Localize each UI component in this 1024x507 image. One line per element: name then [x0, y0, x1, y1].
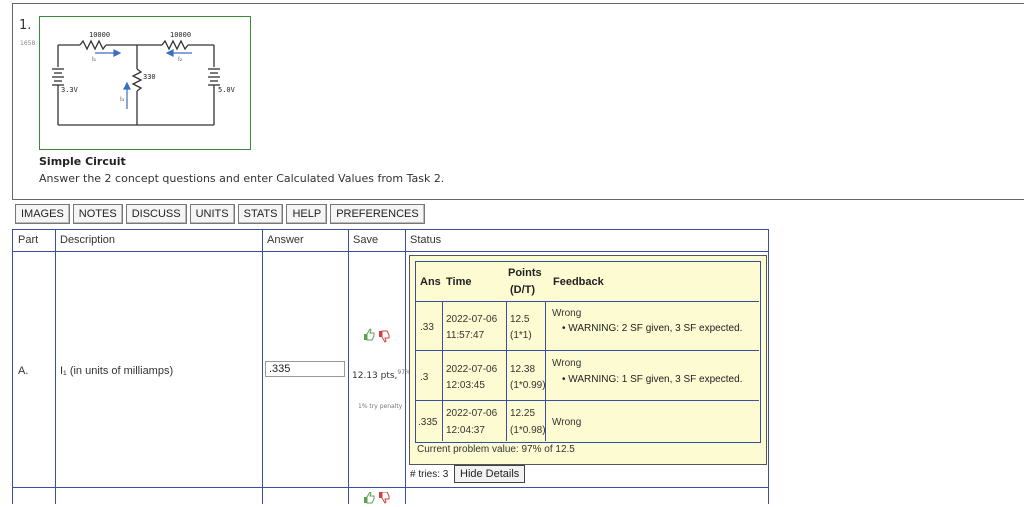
tries-count: # tries: 3	[410, 469, 449, 480]
header-save: Save	[353, 234, 379, 246]
attempt-warning-text: WARNING: 2 SF given, 3 SF expected.	[568, 323, 743, 334]
attempt-date: 2022-07-06	[446, 314, 498, 325]
col-line	[768, 229, 769, 504]
attempts-col-line	[545, 301, 546, 441]
resistor-right-label: 10000	[170, 31, 192, 39]
part-description: I₁ (in units of milliamps)	[60, 365, 174, 377]
thumbs-down-icon[interactable]	[377, 330, 391, 347]
attempts-header-feedback: Feedback	[553, 276, 604, 288]
tab-notes[interactable]: NOTES	[72, 204, 123, 224]
attempt-points: 12.25	[510, 408, 536, 419]
attempt-dt: (1*1)	[510, 330, 532, 341]
question-instructions: Answer the 2 concept questions and enter…	[39, 172, 445, 185]
attempt-date: 2022-07-06	[446, 364, 498, 375]
tab-help[interactable]: HELP	[286, 204, 328, 224]
question-title: Simple Circuit	[39, 155, 126, 168]
col-line	[12, 229, 13, 504]
attempts-col-line	[442, 301, 443, 441]
col-line	[55, 229, 56, 504]
header-description: Description	[60, 234, 116, 246]
attempt-points: 12.38	[510, 364, 536, 375]
attempt-time: 12:03:45	[446, 380, 485, 391]
attempt-result: Wrong	[552, 308, 582, 319]
attempt-time: 11:57:47	[446, 330, 485, 341]
attempt-points: 12.5	[510, 314, 530, 325]
thumbs-up-icon[interactable]	[362, 491, 376, 507]
attempts-header-points: Points	[508, 267, 542, 279]
attempt-dt: (1*0.99)	[510, 380, 546, 391]
current-problem-value: Current problem value: 97% of 12.5	[417, 444, 575, 455]
col-line	[262, 229, 263, 504]
score-text: 12.13 pts,97%	[352, 369, 411, 381]
attempt-date: 2022-07-06	[446, 408, 498, 419]
attempt-warning: • WARNING: 2 SF given, 3 SF expected.	[562, 323, 743, 334]
attempts-header-time: Time	[446, 276, 472, 288]
attempt-dt: (1*0.98)	[510, 425, 546, 436]
header-status: Status	[410, 234, 442, 246]
tab-stats[interactable]: STATS	[237, 204, 284, 224]
thumbs-up-icon[interactable]	[362, 327, 376, 344]
hide-details-button[interactable]: Hide Details	[454, 465, 526, 483]
circuit-diagram	[39, 16, 251, 150]
voltage-left-label: 3.3V	[61, 86, 78, 94]
attempt-ans: .3	[420, 372, 429, 383]
attempts-row-line	[415, 400, 759, 401]
divider	[12, 199, 1024, 200]
try-penalty: 1% try penalty	[358, 403, 403, 410]
col-line	[348, 229, 349, 504]
col-line	[405, 229, 406, 504]
table-row-border	[12, 487, 769, 488]
header-part: Part	[18, 234, 39, 246]
voltage-right-label: 5.0V	[218, 86, 235, 94]
thumbs-down-icon[interactable]	[377, 491, 391, 507]
tab-units[interactable]: UNITS	[189, 204, 235, 224]
tab-bar: IMAGES NOTES DISCUSS UNITS STATS HELP PR…	[15, 204, 425, 224]
attempt-result: Wrong	[552, 417, 582, 428]
current-i2-label: I₂	[178, 56, 183, 63]
tab-preferences[interactable]: PREFERENCES	[330, 204, 425, 224]
table-header-border	[12, 251, 769, 252]
attempt-warning: • WARNING: 1 SF given, 3 SF expected.	[562, 374, 743, 385]
attempt-result: Wrong	[552, 358, 582, 369]
attempts-header-points-sub: (D/T)	[510, 284, 536, 296]
header-answer: Answer	[267, 234, 304, 246]
current-i3-label: I₃	[120, 96, 125, 103]
resistor-left-label: 10000	[89, 31, 111, 39]
tab-discuss[interactable]: DISCUSS	[125, 204, 187, 224]
attempts-col-line	[506, 301, 507, 441]
attempts-row-line	[415, 350, 759, 351]
score-value: 12.13 pts,	[352, 371, 398, 381]
attempts-row-line	[415, 301, 759, 302]
circuit-svg	[52, 39, 220, 126]
attempt-ans: .335	[418, 417, 438, 428]
resistor-mid-label: 330	[143, 73, 156, 81]
current-i1-label: I₁	[92, 56, 97, 63]
question-number: 1.	[19, 18, 32, 33]
attempt-ans: .33	[420, 322, 434, 333]
part-label: A.	[18, 365, 29, 377]
question-id: 1658	[20, 40, 36, 47]
attempt-time: 12:04:37	[446, 425, 485, 436]
table-top-border	[12, 229, 769, 230]
attempts-header-ans: Ans	[420, 276, 441, 288]
attempt-warning-text: WARNING: 1 SF given, 3 SF expected.	[568, 374, 743, 385]
answer-input[interactable]	[265, 361, 345, 377]
tab-images[interactable]: IMAGES	[15, 204, 70, 224]
